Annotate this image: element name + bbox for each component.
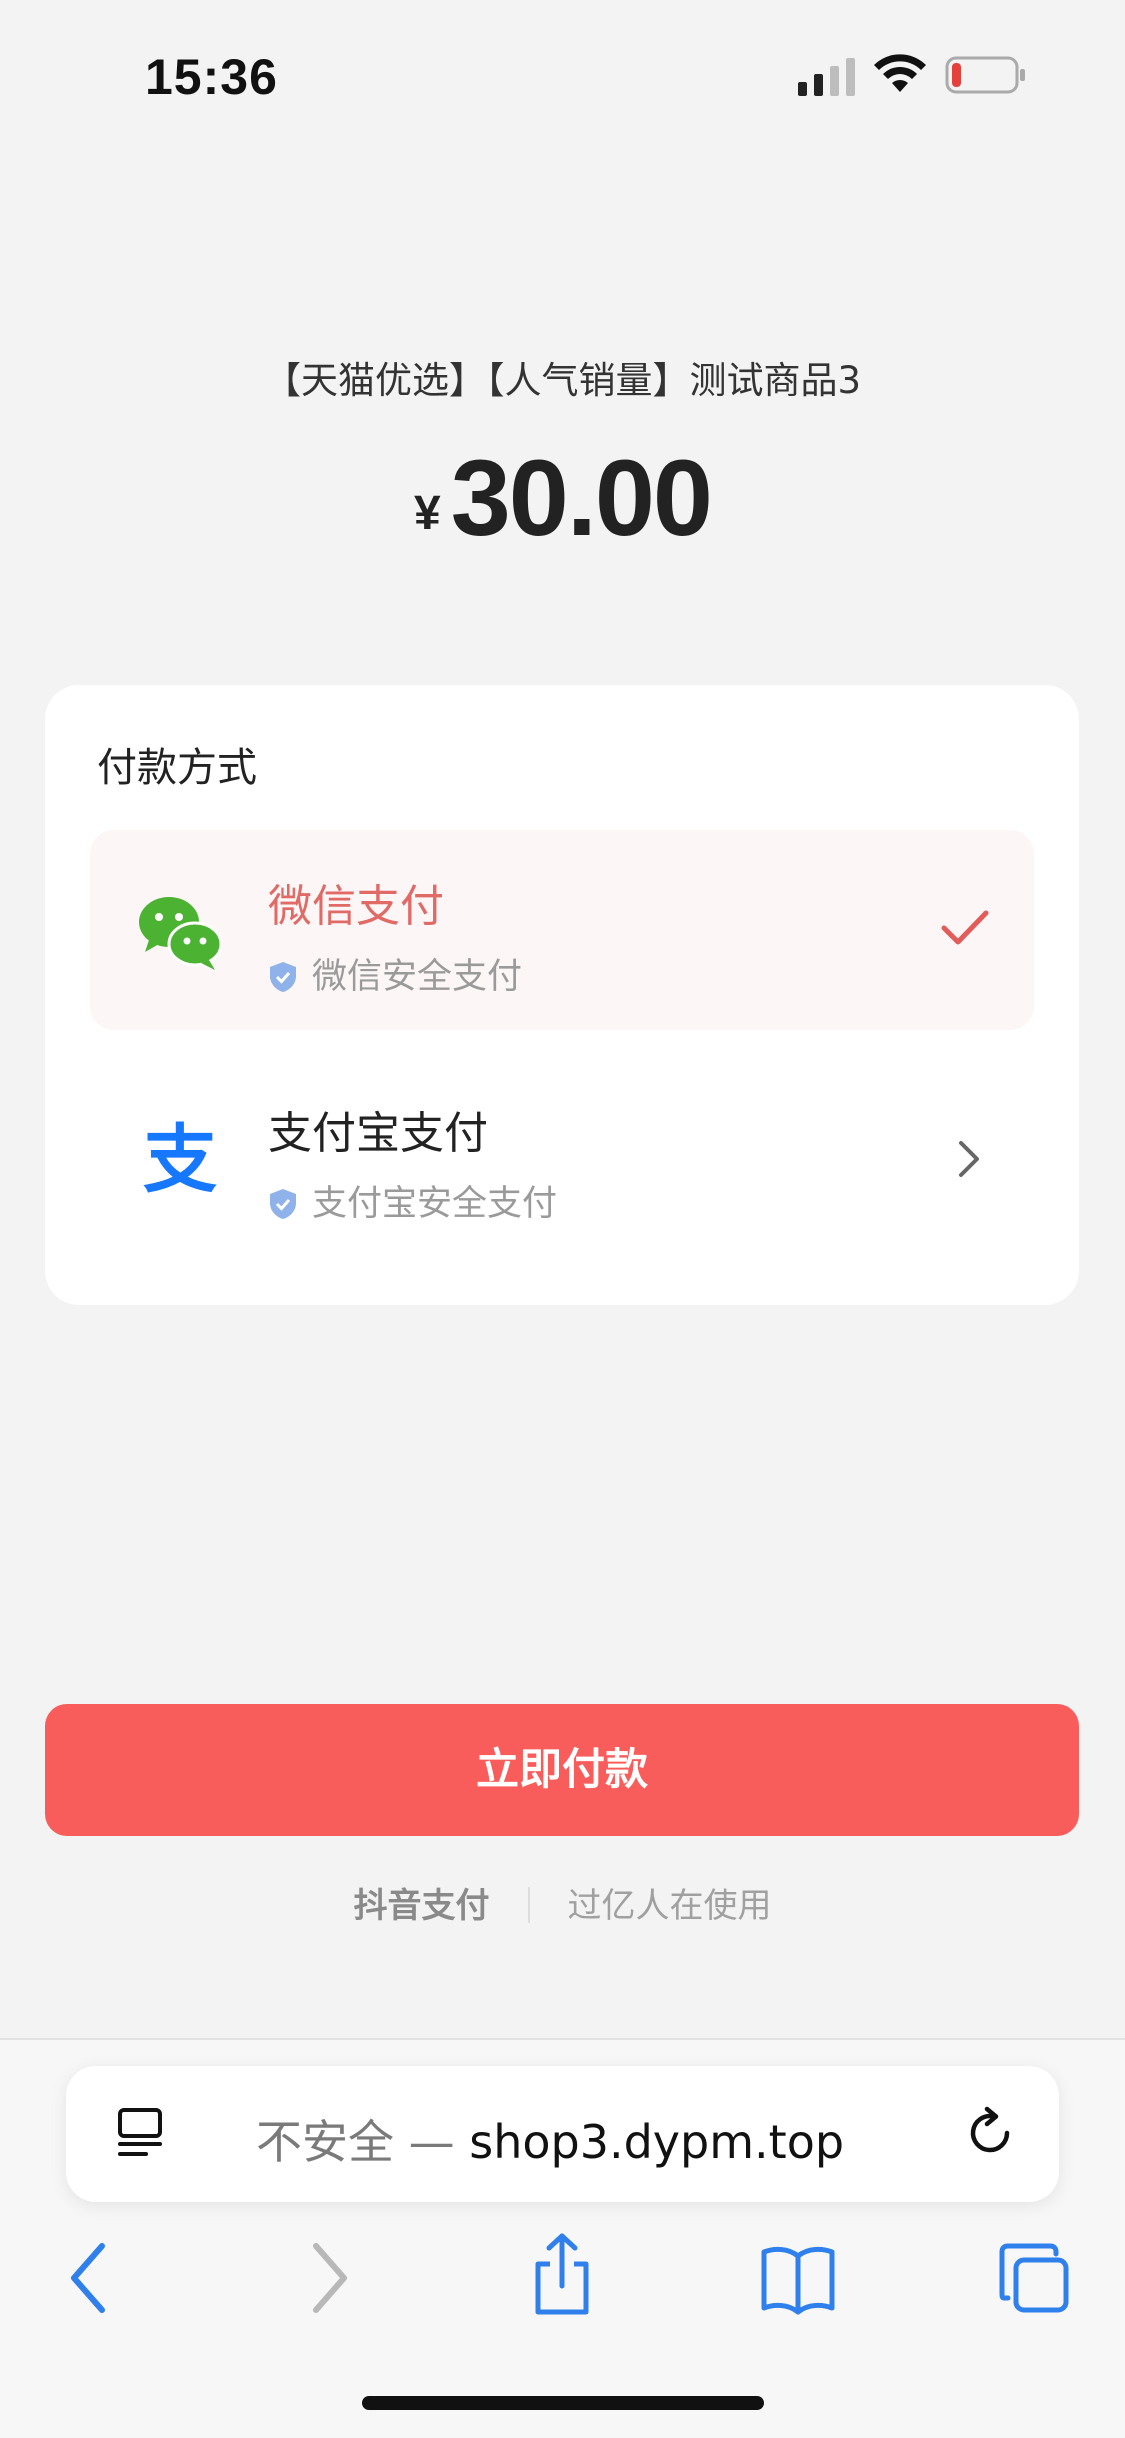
alipay-icon: 支 (143, 1119, 217, 1199)
address-bar[interactable]: 不安全 — shop3.dypm.top (66, 2066, 1059, 2202)
wechat-pay-sublabel: 微信安全支付 (312, 957, 523, 997)
page-format-icon[interactable] (114, 2106, 166, 2162)
currency-symbol: ¥ (414, 487, 441, 540)
wechat-pay-label: 微信支付 (268, 881, 444, 932)
chevron-right-icon (959, 1141, 979, 1177)
alipay-sublabel-row: 支付宝安全支付 (268, 1175, 557, 1226)
payment-option-wechat[interactable]: 微信支付 微信安全支付 (90, 830, 1034, 1030)
wechat-icon (139, 897, 223, 970)
wifi-icon (874, 54, 926, 92)
price-amount: 30.00 (450, 437, 713, 558)
footer-brand: 抖音支付 (353, 1886, 490, 1926)
payment-method-title: 付款方式 (97, 745, 257, 791)
wechat-pay-sublabel-row: 微信安全支付 (268, 948, 522, 999)
payment-method-card: 付款方式 微信支付 微信安全支付 支 支付宝支付 支付宝安全支付 (45, 685, 1079, 1305)
forward-icon[interactable] (308, 2240, 352, 2316)
payment-option-alipay[interactable]: 支 支付宝支付 支付宝安全支付 (90, 1057, 1034, 1257)
alipay-label: 支付宝支付 (268, 1108, 488, 1159)
shield-check-icon (270, 1189, 296, 1219)
svg-text:支: 支 (143, 1119, 217, 1199)
price-display: ¥30.00 (0, 435, 1125, 560)
shield-check-icon (270, 962, 296, 992)
reload-icon[interactable] (963, 2106, 1017, 2160)
address-security-label: 不安全 — (256, 2115, 470, 2169)
checkmark-icon (941, 910, 989, 945)
footer-divider (527, 1887, 530, 1923)
pay-now-button[interactable]: 立即付款 (45, 1704, 1079, 1836)
bookmarks-icon[interactable] (760, 2240, 836, 2316)
tabs-icon[interactable] (998, 2240, 1070, 2316)
address-host: shop3.dypm.top (469, 2115, 845, 2169)
share-icon[interactable] (530, 2232, 594, 2316)
status-bar: 15:36 (0, 0, 1125, 150)
address-text: 不安全 — shop3.dypm.top (256, 2106, 844, 2172)
product-title: 【天猫优选】【人气销量】测试商品3 (263, 359, 862, 402)
alipay-sublabel: 支付宝安全支付 (312, 1184, 558, 1224)
browser-toolbar: 不安全 — shop3.dypm.top (0, 2038, 1125, 2438)
cellular-signal-icon (798, 58, 855, 96)
home-indicator[interactable] (362, 2396, 764, 2410)
status-time: 15:36 (145, 49, 278, 105)
battery-low-icon (945, 56, 1025, 94)
pay-footer: 抖音支付 过亿人在使用 (0, 1878, 1125, 1927)
footer-slogan: 过亿人在使用 (567, 1886, 772, 1926)
back-icon[interactable] (66, 2240, 110, 2316)
